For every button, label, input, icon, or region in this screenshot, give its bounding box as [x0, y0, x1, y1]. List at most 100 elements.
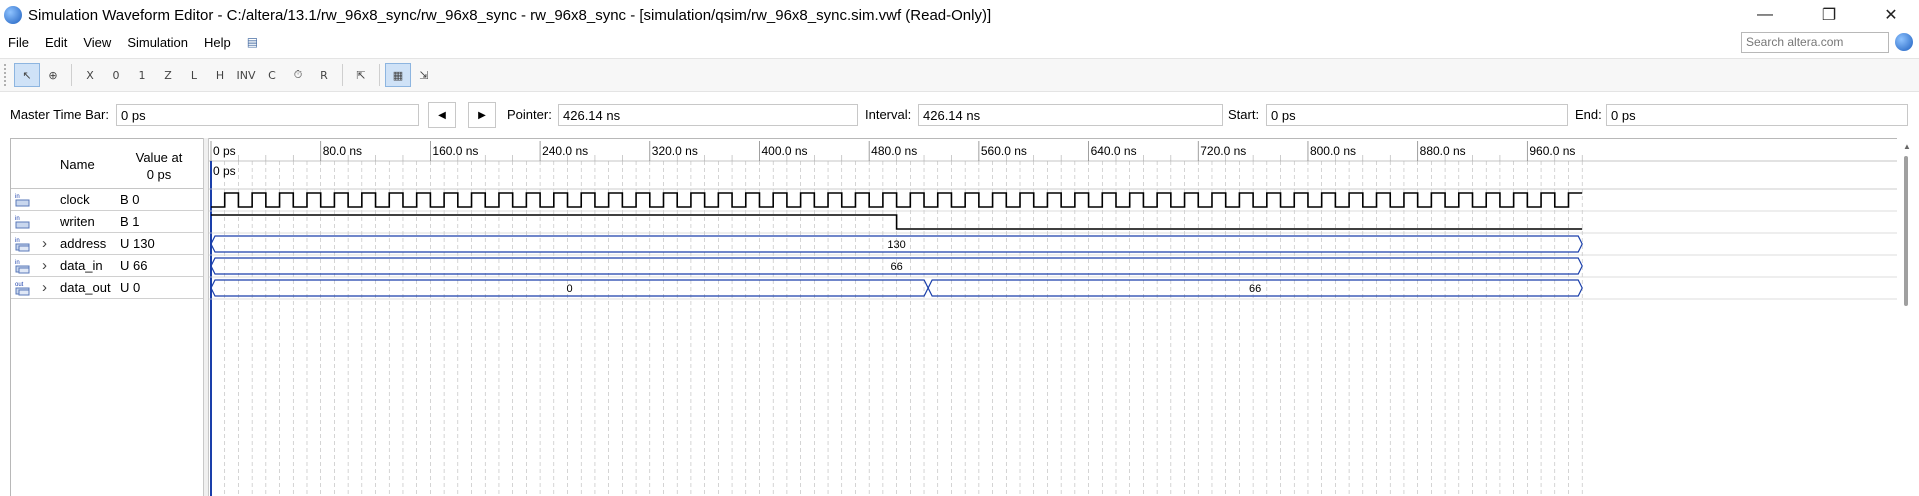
ruler-tick-label: 720.0 ns: [1200, 144, 1246, 158]
ruler-tick-label: 480.0 ns: [871, 144, 917, 158]
ruler-tick-label: 640.0 ns: [1091, 144, 1137, 158]
toolbar-separator: [379, 64, 380, 86]
snap-to-grid-icon[interactable]: ⇱: [348, 63, 374, 87]
clock-waveform: [211, 192, 1583, 208]
expand-chevron-icon[interactable]: ›: [42, 235, 47, 252]
cursor-label: 0 ps: [213, 164, 236, 178]
svg-text:out: out: [15, 282, 24, 288]
time-bar-row: Master Time Bar: 0 ps ◀ ▶ Pointer: 426.1…: [0, 100, 1919, 130]
interval-label: Interval:: [865, 107, 912, 122]
input-bus-icon: in: [15, 260, 30, 274]
value-header-line1: Value at: [135, 150, 183, 165]
menu-help[interactable]: Help: [196, 35, 239, 50]
restore-button[interactable]: ❐: [1801, 0, 1857, 30]
input-bus-icon: in: [15, 238, 30, 252]
signal-row-writen[interactable]: in writen B 1: [11, 211, 204, 233]
menu-simulation[interactable]: Simulation: [119, 35, 196, 50]
scrollbar-thumb[interactable]: [1904, 156, 1908, 306]
signal-name: data_out: [60, 280, 111, 295]
previous-transition-button[interactable]: ◀: [428, 102, 456, 128]
signal-value: U 66: [120, 258, 148, 273]
value-column-header[interactable]: Value at 0 ps: [121, 149, 197, 183]
signal-name: clock: [60, 192, 90, 207]
title-bar: Simulation Waveform Editor - C:/altera/1…: [0, 0, 1919, 30]
waveform-editor-window: Simulation Waveform Editor - C:/altera/1…: [0, 0, 1919, 496]
window-title: Simulation Waveform Editor - C:/altera/1…: [28, 6, 992, 24]
signal-list-header: Name Value at 0 ps: [11, 139, 204, 189]
interval-field[interactable]: 426.14 ns: [918, 104, 1223, 126]
signal-row-data_out[interactable]: out › data_out U 0: [11, 277, 204, 299]
value-header-line2: 0 ps: [146, 167, 172, 182]
vertical-scrollbar[interactable]: ▲: [1897, 138, 1919, 496]
data_out-bus-value: 0: [567, 283, 573, 295]
signal-value: B 1: [120, 214, 140, 229]
close-button[interactable]: ✕: [1863, 0, 1919, 30]
signal-name: address: [60, 236, 107, 251]
toolbar: ↖ ⊕ X 0 1 Z L H INV C ⏱ R ⇱ ▦ ⇲: [0, 58, 1919, 92]
signal-name: writen: [60, 214, 95, 229]
signal-value: U 130: [120, 236, 155, 251]
ruler-tick-label: 320.0 ns: [652, 144, 698, 158]
waveform-panel[interactable]: 0 ps 80.0 ns 160.0 ns 240.0 ns 320.0 ns 400.0…: [209, 138, 1897, 496]
forcing-low-icon[interactable]: 0: [103, 63, 129, 87]
random-values-icon[interactable]: R: [311, 63, 337, 87]
minimize-button[interactable]: —: [1737, 0, 1793, 30]
selection-tool-icon[interactable]: ↖: [14, 63, 40, 87]
app-logo-icon: [4, 6, 22, 24]
menu-bar: File Edit View Simulation Help ▤ Search …: [0, 30, 1919, 54]
pointer-field[interactable]: 426.14 ns: [558, 104, 858, 126]
output-bus-icon: out: [15, 282, 30, 296]
forcing-unknown-icon[interactable]: X: [77, 63, 103, 87]
ruler-tick-label: 800.0 ns: [1310, 144, 1356, 158]
name-column-header[interactable]: Name: [60, 157, 95, 172]
weak-low-icon[interactable]: L: [181, 63, 207, 87]
ruler-tick-label: 80.0 ns: [323, 144, 362, 158]
pointer-label: Pointer:: [507, 107, 552, 122]
ruler-tick-label: 240.0 ns: [542, 144, 588, 158]
master-time-bar-label: Master Time Bar:: [10, 107, 109, 122]
data_out-bus-value: 66: [1249, 283, 1261, 295]
menu-file[interactable]: File: [0, 35, 37, 50]
signal-name: data_in: [60, 258, 103, 273]
expand-chevron-icon[interactable]: ›: [42, 257, 47, 274]
waveform-canvas[interactable]: 0 ps 80.0 ns 160.0 ns 240.0 ns 320.0 ns 400.0…: [209, 139, 1897, 496]
menu-edit[interactable]: Edit: [37, 35, 75, 50]
next-transition-button[interactable]: ▶: [468, 102, 496, 128]
signal-row-clock[interactable]: in clock B 0: [11, 189, 204, 211]
master-time-bar-field[interactable]: 0 ps: [116, 104, 419, 126]
zoom-tool-icon[interactable]: ⊕: [40, 63, 66, 87]
ruler-tick-label: 560.0 ns: [981, 144, 1027, 158]
scroll-up-icon[interactable]: ▲: [1903, 142, 1911, 151]
count-value-icon[interactable]: C: [259, 63, 285, 87]
export-icon[interactable]: ⇲: [411, 63, 437, 87]
address-bus-value: 130: [887, 239, 905, 251]
start-field[interactable]: 0 ps: [1266, 104, 1568, 126]
toolbar-separator: [342, 64, 343, 86]
toolbar-grip[interactable]: [4, 64, 8, 86]
end-field[interactable]: 0 ps: [1606, 104, 1908, 126]
start-label: Start:: [1228, 107, 1260, 122]
signal-row-data_in[interactable]: in › data_in U 66: [11, 255, 204, 277]
end-label: End:: [1575, 107, 1602, 122]
forcing-high-icon[interactable]: 1: [129, 63, 155, 87]
svg-text:in: in: [15, 216, 20, 222]
grid-icon[interactable]: ▦: [385, 63, 411, 87]
search-input[interactable]: Search altera.com: [1741, 32, 1889, 53]
comment-icon[interactable]: ▤: [239, 35, 266, 49]
signal-value: B 0: [120, 192, 140, 207]
toolbar-separator: [71, 64, 72, 86]
high-impedance-icon[interactable]: Z: [155, 63, 181, 87]
signal-row-address[interactable]: in › address U 130: [11, 233, 204, 255]
ruler-tick-label: 880.0 ns: [1420, 144, 1466, 158]
input-pin-icon: in: [15, 216, 30, 229]
search-go-icon[interactable]: [1895, 33, 1913, 51]
input-pin-icon: in: [15, 194, 30, 207]
svg-text:in: in: [15, 238, 20, 244]
weak-high-icon[interactable]: H: [207, 63, 233, 87]
svg-text:in: in: [15, 260, 20, 266]
expand-chevron-icon[interactable]: ›: [42, 279, 47, 296]
overwrite-clock-icon[interactable]: ⏱: [285, 63, 311, 87]
svg-text:in: in: [15, 194, 20, 200]
invert-icon[interactable]: INV: [233, 63, 259, 87]
menu-view[interactable]: View: [75, 35, 119, 50]
